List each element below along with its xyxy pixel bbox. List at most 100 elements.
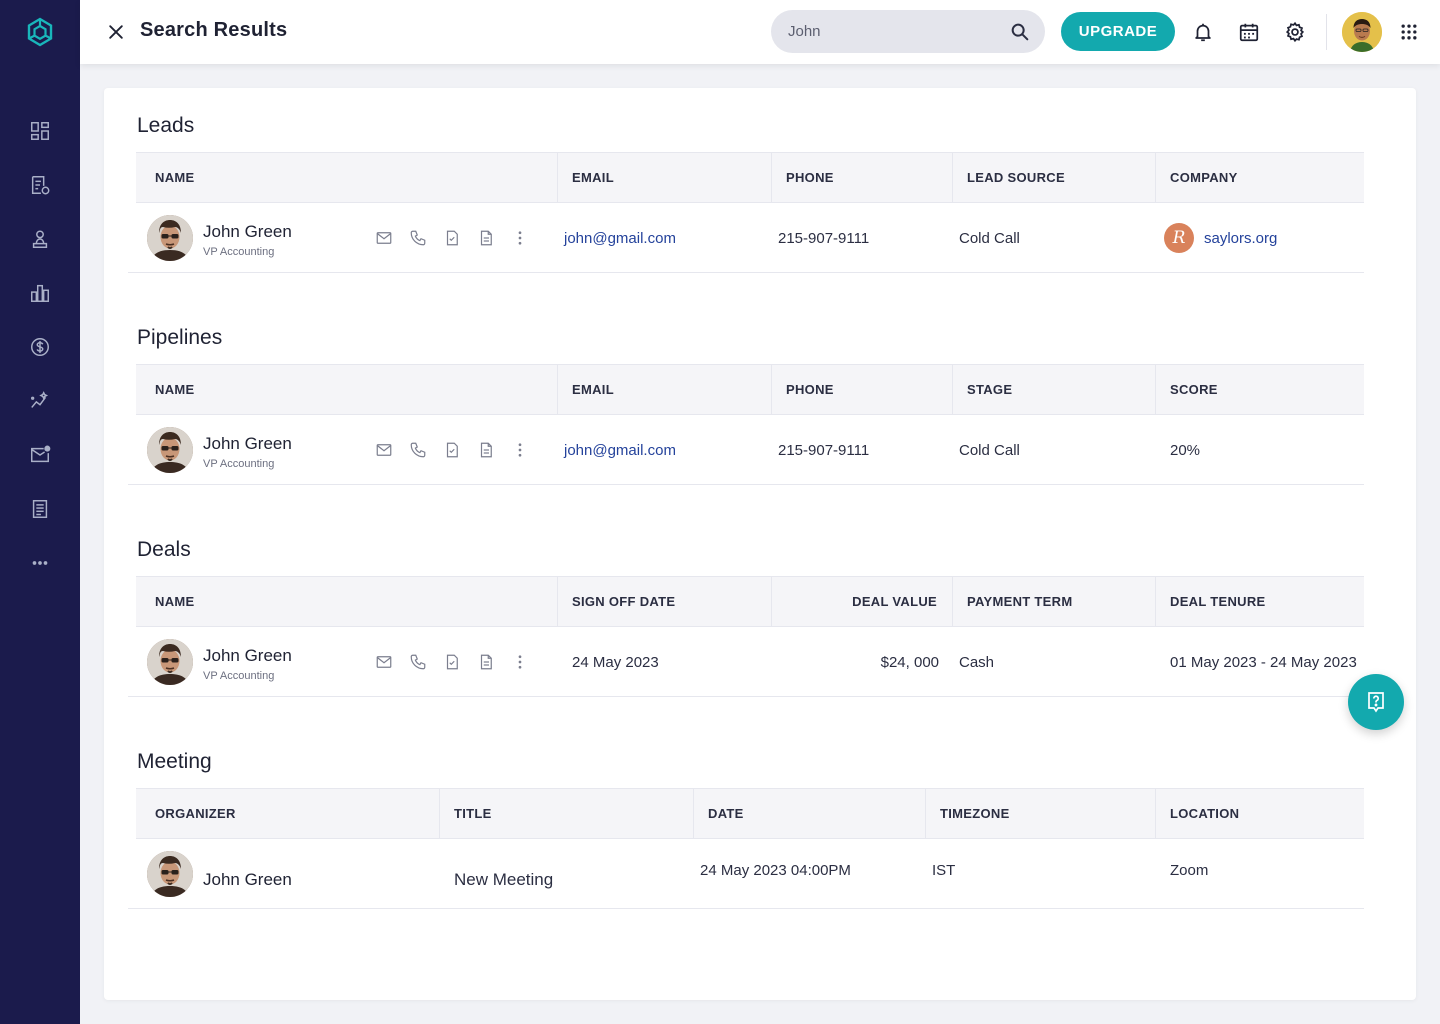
person-name[interactable]: John Green (203, 646, 292, 666)
mail-icon[interactable] (374, 652, 394, 672)
person-title: VP Accounting (203, 670, 275, 682)
top-header: Search Results UPGRADE (80, 0, 1440, 64)
more-icon[interactable] (26, 549, 54, 577)
company-logo-icon: R (1164, 223, 1194, 253)
deal-value: $24, 000 (880, 653, 939, 671)
phone-icon[interactable] (408, 228, 428, 248)
more-options-icon[interactable] (510, 652, 530, 672)
column-header[interactable]: PAYMENT TERM (952, 577, 1154, 626)
help-icon (1368, 692, 1384, 713)
more-options-icon[interactable] (510, 228, 530, 248)
close-icon[interactable] (104, 20, 128, 44)
table-row[interactable]: John Green New Meeting 24 May 2023 04:00… (128, 839, 1364, 909)
column-header[interactable]: DEAL TENURE (1155, 577, 1364, 626)
pipelines-title: Pipelines (137, 326, 223, 349)
table-row[interactable]: John Green VP Accounting 24 May 2023 $24… (128, 627, 1364, 697)
column-header[interactable]: LEAD SOURCE (952, 153, 1154, 202)
help-button[interactable] (1348, 674, 1404, 730)
mail-icon[interactable] (374, 228, 394, 248)
person-name[interactable]: John Green (203, 222, 292, 242)
leads-title: Leads (137, 114, 195, 137)
meeting-title-value[interactable]: New Meeting (454, 845, 553, 915)
timezone-value: IST (932, 861, 956, 879)
company-link[interactable]: saylors.org (1204, 203, 1277, 273)
column-header[interactable]: SCORE (1155, 365, 1364, 414)
analytics-icon[interactable] (26, 387, 54, 415)
column-header[interactable]: EMAIL (557, 365, 770, 414)
deals-icon[interactable] (26, 333, 54, 361)
search-icon[interactable] (1009, 21, 1031, 43)
leads-table-header: NAME EMAIL PHONE LEAD SOURCE COMPANY (136, 152, 1364, 203)
person-title: VP Accounting (203, 458, 275, 470)
score-value: 20% (1170, 441, 1201, 459)
column-header[interactable]: PHONE (771, 365, 951, 414)
location-value: Zoom (1170, 861, 1209, 879)
note-icon[interactable] (476, 652, 496, 672)
column-header[interactable]: PHONE (771, 153, 951, 202)
search-results-card: Leads NAME EMAIL PHONE LEAD SOURCE COMPA… (104, 88, 1416, 1000)
email-link[interactable]: john@gmail.com (564, 415, 676, 485)
gear-icon[interactable] (1282, 19, 1308, 45)
column-header[interactable]: COMPANY (1155, 153, 1364, 202)
note-icon[interactable] (476, 440, 496, 460)
deals-title: Deals (137, 538, 191, 561)
app-logo-icon[interactable] (24, 16, 56, 48)
column-header[interactable]: LOCATION (1155, 789, 1364, 838)
column-header[interactable]: NAME (136, 153, 556, 202)
stage-value: Cold Call (959, 441, 1020, 459)
user-avatar[interactable] (1342, 12, 1382, 52)
notes-icon[interactable] (26, 495, 54, 523)
calendar-icon[interactable] (1236, 19, 1262, 45)
column-header[interactable]: STAGE (952, 365, 1154, 414)
column-header[interactable]: TIMEZONE (925, 789, 1154, 838)
contacts-icon[interactable] (26, 225, 54, 253)
sign-off-date-value: 24 May 2023 (572, 653, 659, 671)
column-header[interactable]: DEAL VALUE (771, 577, 951, 626)
table-row[interactable]: John Green VP Accounting john@gmail.com … (128, 203, 1364, 273)
column-header[interactable]: EMAIL (557, 153, 770, 202)
column-header[interactable]: TITLE (439, 789, 692, 838)
person-title: VP Accounting (203, 246, 275, 258)
payment-term-value: Cash (959, 653, 995, 671)
column-header[interactable]: NAME (136, 365, 556, 414)
search-bar (771, 10, 1045, 53)
email-link[interactable]: john@gmail.com (564, 203, 676, 273)
sidebar (0, 0, 80, 1024)
reports-icon[interactable] (26, 279, 54, 307)
more-options-icon[interactable] (510, 440, 530, 460)
page-title: Search Results (140, 19, 288, 41)
pipelines-table-header: NAME EMAIL PHONE STAGE SCORE (136, 364, 1364, 415)
phone-icon[interactable] (408, 440, 428, 460)
leads-icon[interactable] (26, 171, 54, 199)
meeting-table-header: ORGANIZER TITLE DATE TIMEZONE LOCATION (136, 788, 1364, 839)
column-header[interactable]: NAME (136, 577, 556, 626)
apps-grid-icon[interactable] (1396, 19, 1422, 45)
column-header[interactable]: SIGN OFF DATE (557, 577, 770, 626)
deals-table-header: NAME SIGN OFF DATE DEAL VALUE PAYMENT TE… (136, 576, 1364, 627)
deal-tenure-value: 01 May 2023 - 24 May 2023 (1170, 653, 1357, 671)
column-header[interactable]: ORGANIZER (136, 789, 438, 838)
search-input[interactable] (788, 20, 998, 42)
person-name[interactable]: John Green (203, 434, 292, 454)
phone-icon[interactable] (408, 652, 428, 672)
meeting-title: Meeting (137, 750, 212, 773)
task-icon[interactable] (442, 228, 462, 248)
table-row[interactable]: John Green VP Accounting john@gmail.com … (128, 415, 1364, 485)
dashboard-icon[interactable] (26, 117, 54, 145)
mail-icon[interactable] (26, 441, 54, 469)
avatar[interactable] (147, 851, 193, 897)
phone-value: 215-907-9111 (778, 229, 870, 247)
meeting-date-value: 24 May 2023 04:00PM (700, 861, 851, 879)
avatar[interactable] (147, 427, 193, 473)
avatar[interactable] (147, 215, 193, 261)
organizer-name[interactable]: John Green (203, 845, 292, 915)
note-icon[interactable] (476, 228, 496, 248)
task-icon[interactable] (442, 440, 462, 460)
bell-icon[interactable] (1190, 19, 1216, 45)
avatar[interactable] (147, 639, 193, 685)
task-icon[interactable] (442, 652, 462, 672)
phone-value: 215-907-9111 (778, 441, 870, 459)
column-header[interactable]: DATE (693, 789, 924, 838)
mail-icon[interactable] (374, 440, 394, 460)
upgrade-button[interactable]: UPGRADE (1061, 12, 1175, 51)
